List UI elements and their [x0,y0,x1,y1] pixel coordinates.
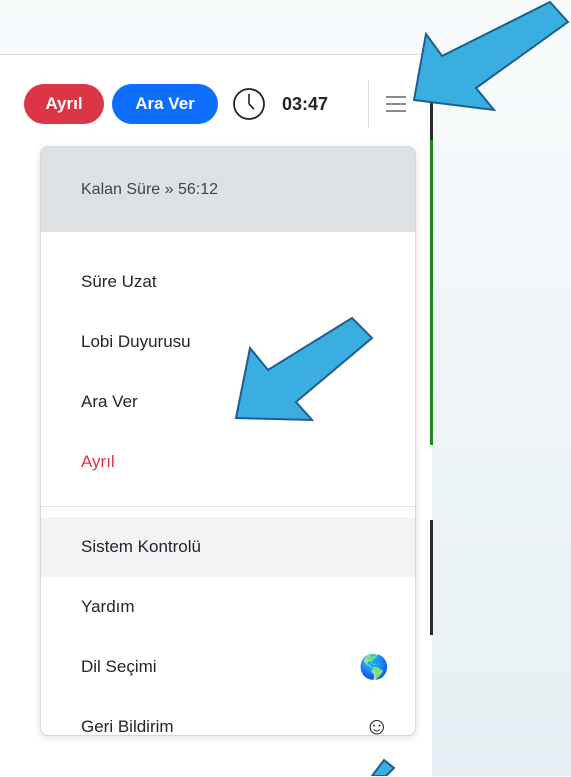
leave-button[interactable]: Ayrıl [24,84,104,124]
menu-item-label: Yardım [81,597,135,616]
globe-icon: 🌎 [359,653,389,681]
toolbar-divider [368,80,369,128]
annotation-arrow-icon [234,316,374,422]
content-edge-dark [430,520,433,635]
menu-item-label: Ara Ver [81,392,138,411]
hamburger-menu-icon[interactable] [384,94,408,114]
annotation-arrow-icon [370,758,396,776]
break-button[interactable]: Ara Ver [112,84,218,124]
menu-item-help[interactable]: Yardım [41,577,415,637]
menu-item-label: Dil Seçimi [81,657,157,676]
smiley-icon: ☺ [364,713,389,736]
remaining-time-header: Kalan Süre » 56:12 [41,147,415,232]
menu-item-system-check[interactable]: Sistem Kontrolü [41,517,415,577]
clock-icon [233,88,265,120]
menu-item-label: Lobi Duyurusu [81,332,191,351]
menu-item-label: Sistem Kontrolü [81,537,201,556]
menu-item-extend-time[interactable]: Süre Uzat [41,252,415,312]
top-toolbar: Ayrıl Ara Ver 03:47 [24,80,328,128]
menu-item-language[interactable]: Dil Seçimi 🌎 [41,637,415,697]
menu-item-label: Ayrıl [81,452,115,471]
menu-item-leave[interactable]: Ayrıl [41,432,415,492]
menu-item-label: Süre Uzat [81,272,157,291]
content-edge-green [430,140,433,445]
annotation-arrow-icon [412,0,570,112]
menu-item-label: Geri Bildirim [81,717,174,736]
dropdown-menu: Kalan Süre » 56:12 Süre Uzat Lobi Duyuru… [40,146,416,736]
session-timer: 03:47 [282,93,329,114]
menu-item-feedback[interactable]: Geri Bildirim ☺ [41,697,415,736]
